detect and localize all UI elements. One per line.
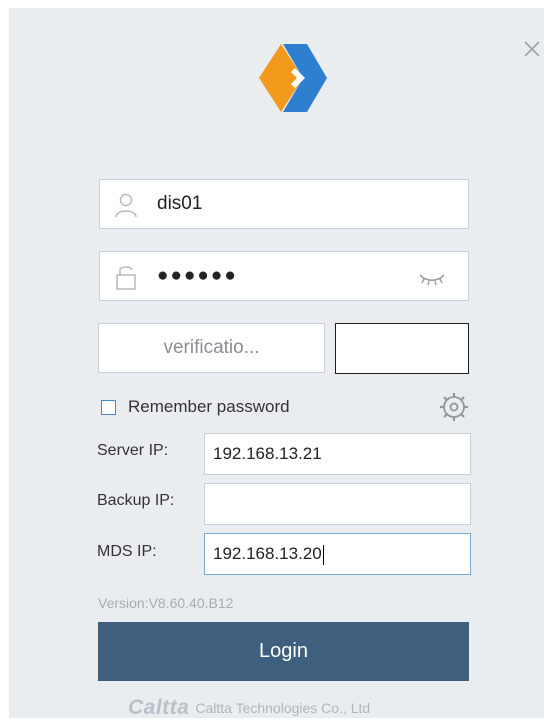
remember-checkbox[interactable] — [101, 399, 116, 415]
footer: Caltta Caltta Technologies Co., Ltd — [128, 696, 370, 720]
backup-ip-label: Backup IP: — [97, 492, 175, 509]
verification-image[interactable] — [335, 323, 469, 374]
gear-icon[interactable] — [439, 392, 469, 422]
password-value: ●●●●●● — [157, 265, 238, 286]
mds-ip-label: MDS IP: — [97, 543, 157, 560]
company-name: Caltta Technologies Co., Ltd — [195, 700, 371, 716]
eye-closed-icon[interactable] — [418, 272, 446, 291]
login-button[interactable]: Login — [98, 622, 469, 681]
close-icon[interactable] — [521, 38, 543, 60]
backup-ip-input[interactable] — [204, 483, 471, 525]
version-text: Version:V8.60.40.B12 — [98, 595, 234, 611]
mds-ip-value: 192.168.13.20 — [213, 544, 322, 563]
username-value: dis01 — [157, 193, 203, 214]
app-logo-icon — [237, 38, 329, 118]
mds-ip-input[interactable]: 192.168.13.20 — [204, 533, 471, 575]
server-ip-input[interactable]: 192.168.13.21 — [204, 433, 471, 475]
verification-input[interactable]: verificatio... — [98, 323, 325, 373]
login-window: dis01 ●●●●●● verificatio... Remember pas… — [9, 8, 544, 720]
user-icon — [114, 192, 138, 223]
remember-password[interactable]: Remember password — [101, 397, 290, 417]
username-field[interactable]: dis01 — [99, 179, 469, 229]
remember-label: Remember password — [128, 397, 290, 416]
lock-icon — [115, 263, 137, 296]
server-ip-label: Server IP: — [97, 442, 169, 459]
brand-logo: Caltta — [128, 696, 190, 719]
password-field[interactable]: ●●●●●● — [99, 251, 469, 301]
text-caret — [322, 544, 324, 565]
